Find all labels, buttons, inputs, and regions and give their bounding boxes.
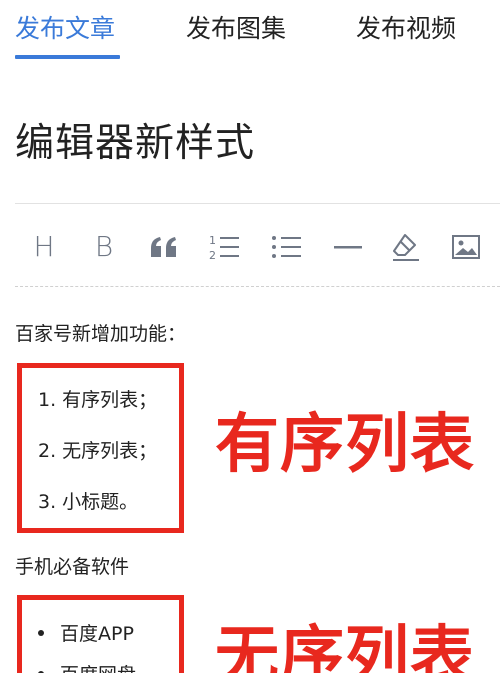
insert-image-button[interactable] bbox=[446, 227, 486, 267]
unordered-list-annotation: 无序列表 bbox=[215, 620, 475, 673]
active-tab-indicator bbox=[15, 55, 120, 59]
horizontal-rule-button[interactable] bbox=[328, 227, 368, 267]
horizontal-rule-icon bbox=[334, 246, 362, 249]
ordered-list-button[interactable]: 1 2 bbox=[204, 227, 244, 267]
unordered-list-item-text: 百度网盘 bbox=[60, 664, 136, 673]
tab-publish-video[interactable]: 发布视频 bbox=[356, 12, 456, 46]
heading-icon: H bbox=[33, 230, 55, 263]
content-paragraph[interactable]: 百家号新增加功能： bbox=[15, 321, 186, 347]
ordered-list-annotation: 有序列表 bbox=[215, 408, 475, 482]
ordered-list-item[interactable]: 3. 小标题。 bbox=[38, 489, 138, 515]
bold-button[interactable]: B bbox=[84, 227, 124, 267]
content-paragraph[interactable]: 手机必备软件 bbox=[15, 554, 129, 580]
ordered-list-item[interactable]: 2. 无序列表； bbox=[38, 438, 157, 464]
ordered-list-item[interactable]: 1. 有序列表； bbox=[38, 387, 157, 413]
unordered-list-item-text: 百度APP bbox=[60, 623, 134, 645]
toolbar-divider bbox=[15, 286, 500, 287]
heading-button[interactable]: H bbox=[24, 227, 64, 267]
title-divider bbox=[15, 203, 500, 204]
editor-toolbar: H B 1 2 bbox=[0, 218, 500, 274]
tab-publish-article[interactable]: 发布文章 bbox=[15, 12, 115, 46]
bullet-icon bbox=[38, 629, 44, 636]
ordered-list-icon: 1 2 bbox=[209, 234, 239, 262]
bold-icon: B bbox=[94, 230, 114, 263]
article-title-input[interactable]: 编辑器新样式 bbox=[15, 118, 255, 170]
quote-icon bbox=[151, 237, 176, 257]
unordered-list-icon bbox=[272, 236, 301, 258]
unordered-list-button[interactable] bbox=[266, 227, 306, 267]
eraser-icon bbox=[393, 234, 419, 261]
image-icon bbox=[452, 235, 480, 259]
clear-format-button[interactable] bbox=[386, 227, 426, 267]
svg-text:1: 1 bbox=[209, 234, 216, 247]
svg-text:2: 2 bbox=[209, 249, 216, 262]
unordered-list-item[interactable]: 百度APP bbox=[38, 621, 134, 647]
unordered-list-item[interactable]: 百度网盘 bbox=[38, 662, 136, 673]
editor-page: 发布文章 发布图集 发布视频 编辑器新样式 H B 1 2 百家号新增加功能： … bbox=[0, 0, 500, 673]
quote-button[interactable] bbox=[144, 227, 184, 267]
publish-tabs: 发布文章 发布图集 发布视频 bbox=[0, 0, 500, 64]
tab-publish-gallery[interactable]: 发布图集 bbox=[186, 12, 286, 46]
